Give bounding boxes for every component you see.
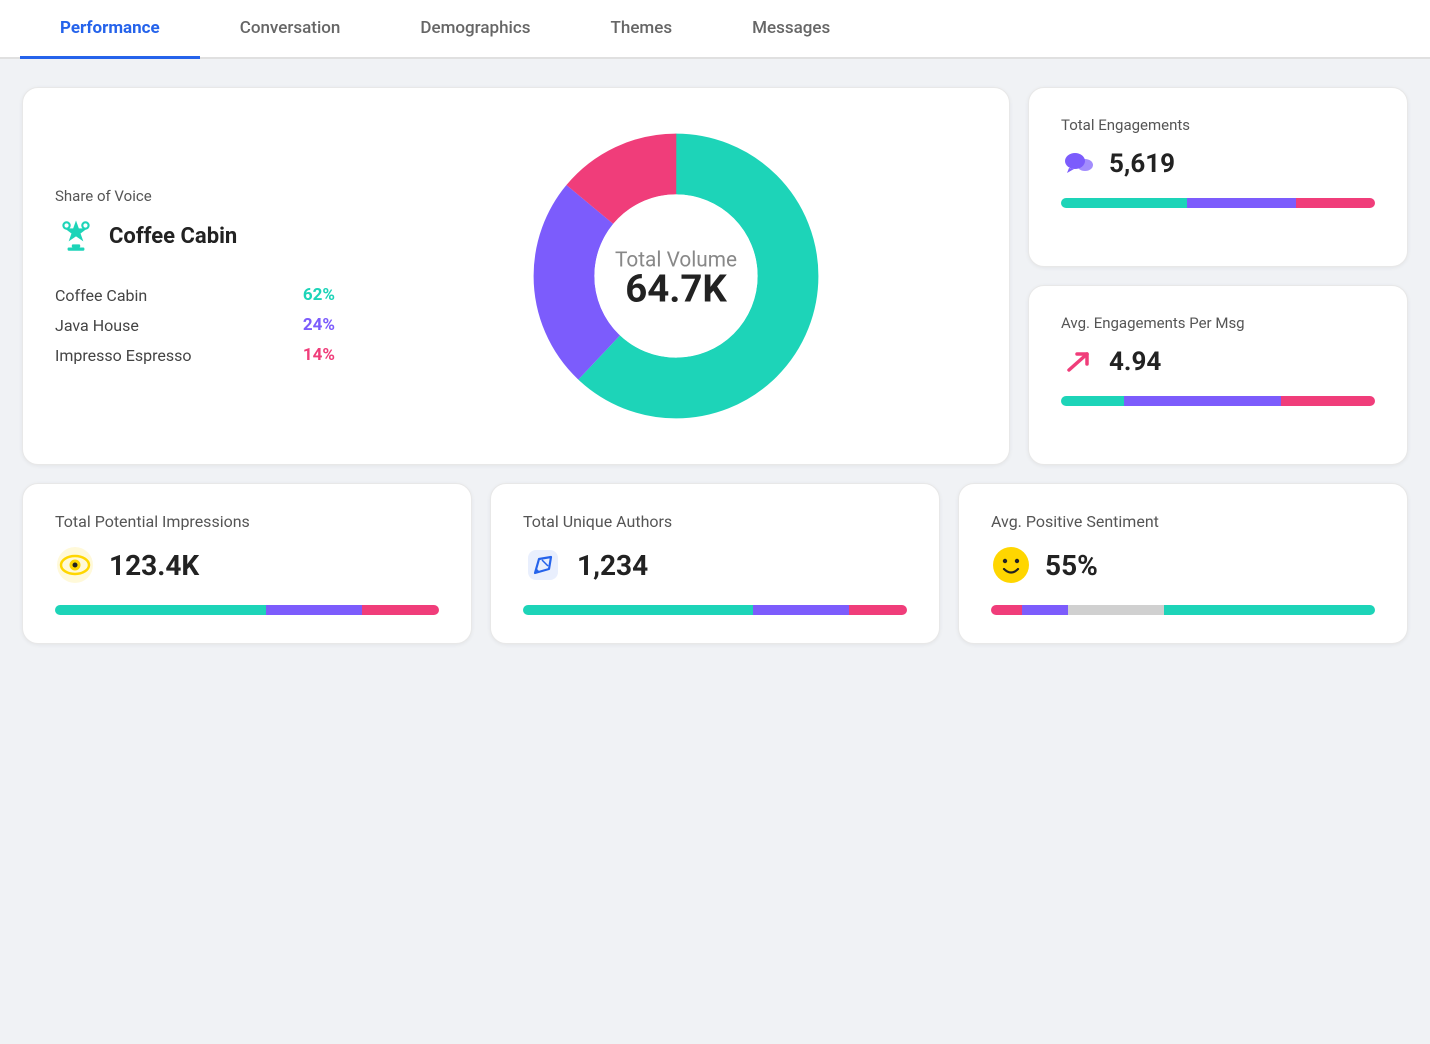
avg-sentiment-value: 55%	[1045, 549, 1098, 582]
avg-engagements-value-row: 4.94	[1061, 344, 1375, 380]
total-authors-bar	[523, 605, 907, 615]
total-authors-value: 1,234	[577, 549, 648, 582]
total-authors-card: Total Unique Authors 1,234	[490, 483, 940, 644]
total-impressions-bar	[55, 605, 439, 615]
sov-brand-name: Coffee Cabin	[109, 224, 237, 249]
top-row: Share of Voice Coffee Cabin	[22, 87, 1408, 465]
smiley-icon	[991, 545, 1031, 585]
sov-left: Share of Voice Coffee Cabin	[55, 187, 335, 365]
total-engagements-label: Total Engagements	[1061, 116, 1375, 134]
avg-engagements-card: Avg. Engagements Per Msg 4.94	[1028, 285, 1408, 465]
trophy-icon	[55, 215, 97, 257]
avg-engagements-value: 4.94	[1109, 347, 1161, 377]
tab-themes[interactable]: Themes	[571, 0, 713, 59]
sov-item-coffee-cabin: Coffee Cabin 62%	[55, 285, 335, 305]
sov-item-pct-1: 62%	[303, 285, 335, 305]
sov-item-impresso: Impresso Espresso 14%	[55, 345, 335, 365]
total-impressions-value-row: 123.4K	[55, 545, 439, 585]
share-of-voice-card: Share of Voice Coffee Cabin	[22, 87, 1010, 465]
avg-sentiment-label: Avg. Positive Sentiment	[991, 512, 1375, 531]
tab-conversation[interactable]: Conversation	[200, 0, 381, 59]
donut-center-value: 64.7K	[625, 267, 727, 312]
arrow-up-right-icon	[1061, 344, 1097, 380]
tab-messages[interactable]: Messages	[712, 0, 870, 59]
sov-item-java-house: Java House 24%	[55, 315, 335, 335]
avg-engagements-label: Avg. Engagements Per Msg	[1061, 314, 1375, 332]
bottom-row: Total Potential Impressions 123.4K	[22, 483, 1408, 644]
total-authors-value-row: 1,234	[523, 545, 907, 585]
avg-sentiment-card: Avg. Positive Sentiment 55%	[958, 483, 1408, 644]
sov-item-pct-3: 14%	[303, 345, 335, 365]
avg-sentiment-value-row: 55%	[991, 545, 1375, 585]
total-engagements-value: 5,619	[1109, 149, 1175, 179]
right-cards: Total Engagements 5,619	[1028, 87, 1408, 465]
tab-demographics[interactable]: Demographics	[380, 0, 570, 59]
total-engagements-card: Total Engagements 5,619	[1028, 87, 1408, 267]
eye-icon	[55, 545, 95, 585]
nav-tabs: Performance Conversation Demographics Th…	[0, 0, 1430, 59]
tab-performance[interactable]: Performance	[20, 0, 200, 59]
sov-brand: Coffee Cabin	[55, 215, 335, 257]
donut-chart-wrap: Total Volume 64.7K	[375, 116, 977, 436]
main-content: Share of Voice Coffee Cabin	[0, 59, 1430, 672]
donut-chart: Total Volume 64.7K	[516, 116, 836, 436]
avg-engagements-bar	[1061, 396, 1375, 406]
sov-item-pct-2: 24%	[303, 315, 335, 335]
sov-item-name-3: Impresso Espresso	[55, 346, 191, 365]
chat-bubbles-icon	[1061, 146, 1097, 182]
sov-item-name-2: Java House	[55, 316, 139, 335]
pencil-icon	[523, 545, 563, 585]
total-impressions-label: Total Potential Impressions	[55, 512, 439, 531]
total-impressions-card: Total Potential Impressions 123.4K	[22, 483, 472, 644]
total-authors-label: Total Unique Authors	[523, 512, 907, 531]
sov-item-name-1: Coffee Cabin	[55, 286, 147, 305]
sov-label: Share of Voice	[55, 187, 335, 205]
sov-items: Coffee Cabin 62% Java House 24% Impresso…	[55, 285, 335, 365]
total-engagements-bar	[1061, 198, 1375, 208]
avg-sentiment-bar	[991, 605, 1375, 615]
total-impressions-value: 123.4K	[109, 549, 199, 582]
total-engagements-value-row: 5,619	[1061, 146, 1375, 182]
